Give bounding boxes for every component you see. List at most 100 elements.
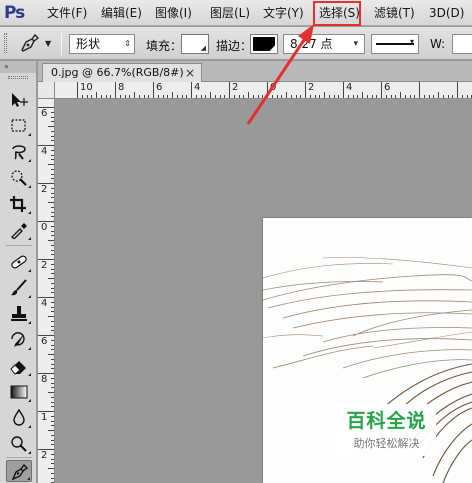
tool-preset-dropdown-icon[interactable]: ▼ <box>45 39 51 48</box>
ruler-label: 6 <box>41 336 48 347</box>
eraser-icon <box>10 361 26 375</box>
mode-select-value: 形状 <box>76 37 101 51</box>
mode-select[interactable]: 形状 ⇕ <box>69 34 135 54</box>
menu-edit[interactable]: 编辑(E) <box>101 5 142 21</box>
history-brush-icon <box>11 332 25 347</box>
ruler-label: 10 <box>80 82 93 93</box>
blur-tool[interactable] <box>6 407 32 429</box>
submenu-indicator-icon <box>28 321 31 324</box>
submenu-indicator-icon <box>28 295 31 298</box>
annotation-arrow <box>246 24 314 125</box>
quick-selection-icon <box>11 170 27 186</box>
submenu-indicator-icon <box>28 399 31 402</box>
eyedropper-icon <box>11 223 27 239</box>
submenu-indicator-icon <box>28 159 31 162</box>
brush-tool[interactable] <box>6 277 32 299</box>
ruler-label: 2 <box>232 82 239 93</box>
gradient-icon <box>10 385 28 399</box>
up-down-arrows-icon: ⇕ <box>124 39 131 48</box>
ruler-label: 4 <box>41 298 48 309</box>
width-field[interactable] <box>452 34 472 54</box>
ruler-label: 1 <box>41 412 48 423</box>
tools-panel-grip[interactable] <box>8 76 28 79</box>
quick-selection-tool[interactable] <box>6 167 32 189</box>
ruler-label: 8 <box>118 82 125 93</box>
menu-image[interactable]: 图像(I) <box>155 5 192 21</box>
menu-layer[interactable]: 图层(L) <box>210 5 250 21</box>
blur-icon <box>13 409 25 426</box>
gradient-tool[interactable] <box>6 381 32 403</box>
dodge-tool[interactable] <box>6 433 32 455</box>
pen-icon <box>21 33 40 52</box>
submenu-indicator-icon <box>28 269 31 272</box>
toolbar-separator <box>6 457 32 458</box>
watermark-title: 百科全说 <box>346 410 427 432</box>
menu-filter[interactable]: 滤镜(T) <box>374 5 415 21</box>
ruler-label: 6 <box>384 82 391 93</box>
photoshop-logo: Ps <box>4 3 25 23</box>
menu-type[interactable]: 文字(Y) <box>263 5 304 21</box>
ruler-label: 4 <box>346 82 353 93</box>
move-icon <box>12 93 28 107</box>
healing-brush-tool[interactable] <box>6 251 32 273</box>
lasso-tool[interactable] <box>6 141 32 163</box>
crop-tool[interactable] <box>6 193 32 215</box>
tools-panel: » <box>0 61 37 483</box>
marquee-icon <box>11 119 26 132</box>
clone-stamp-tool[interactable] <box>6 303 32 325</box>
move-tool[interactable] <box>6 89 32 111</box>
ruler-label: 2 <box>41 450 48 461</box>
select-menu-highlight-box <box>313 1 361 26</box>
submenu-indicator-icon <box>27 477 30 480</box>
dropdown-corner-icon: ◢ <box>200 44 206 52</box>
document-tab[interactable]: 0.jpg @ 66.7%(RGB/8#) × <box>42 63 202 82</box>
toolbar-separator <box>6 245 32 246</box>
separator <box>61 33 62 55</box>
menu-bar: Ps 文件(F) 编辑(E) 图像(I) 图层(L) 文字(Y) 选择(S) 滤… <box>0 0 472 26</box>
clone-stamp-icon <box>11 306 27 321</box>
fill-color-swatch[interactable]: ◢ <box>181 34 209 54</box>
ruler-label: 8 <box>41 374 48 385</box>
close-icon[interactable]: × <box>185 64 195 82</box>
brush-icon <box>11 279 27 296</box>
history-brush-tool[interactable] <box>6 329 32 351</box>
lasso-icon <box>12 145 26 160</box>
fill-label: 填充： <box>146 39 183 53</box>
ruler-label: 6 <box>156 82 163 93</box>
submenu-indicator-icon <box>28 237 31 240</box>
marquee-tool[interactable] <box>6 115 32 137</box>
solid-line-icon <box>376 43 414 45</box>
crop-icon <box>10 196 26 212</box>
ruler-label: 6 <box>41 108 48 119</box>
dodge-icon <box>11 436 27 452</box>
options-bar: ▼ 形状 ⇕ 填充： ◢ 描边： ◢ 8.27 点 ▾ ▾ W: <box>0 27 472 60</box>
vertical-ruler[interactable]: 6 4 2 0 2 4 6 8 1 2 <box>38 99 55 483</box>
chevron-down-icon[interactable]: ▾ <box>410 37 414 46</box>
healing-brush-icon <box>11 255 27 269</box>
pen-tool[interactable] <box>6 460 32 482</box>
document-tab-title: 0.jpg @ 66.7%(RGB/8#) <box>51 66 184 79</box>
ruler-origin[interactable] <box>38 82 55 99</box>
submenu-indicator-icon <box>28 185 31 188</box>
submenu-indicator-icon <box>28 373 31 376</box>
watermark-subtitle: 助你轻松解决 <box>353 437 420 450</box>
width-label: W: <box>430 37 446 51</box>
eraser-tool[interactable] <box>6 355 32 377</box>
chevron-down-icon[interactable]: ▾ <box>353 35 358 53</box>
ruler-label: 4 <box>194 82 201 93</box>
eyedropper-tool[interactable] <box>6 219 32 241</box>
ruler-label: 2 <box>41 260 48 271</box>
ruler-label: 4 <box>41 146 48 157</box>
tool-preset-picker[interactable] <box>18 33 40 53</box>
menu-3d[interactable]: 3D(D) <box>429 5 464 21</box>
submenu-indicator-icon <box>28 347 31 350</box>
submenu-indicator-icon <box>28 211 31 214</box>
submenu-indicator-icon <box>28 133 31 136</box>
submenu-indicator-icon <box>28 451 31 454</box>
tools-panel-collapse[interactable]: » <box>0 61 36 73</box>
ruler-label: 0 <box>41 222 48 233</box>
menu-file[interactable]: 文件(F) <box>47 5 87 21</box>
options-bar-grip[interactable] <box>4 33 7 53</box>
watermark-logo: 百科全说 助你轻松解决 <box>337 404 436 456</box>
submenu-indicator-icon <box>28 425 31 428</box>
